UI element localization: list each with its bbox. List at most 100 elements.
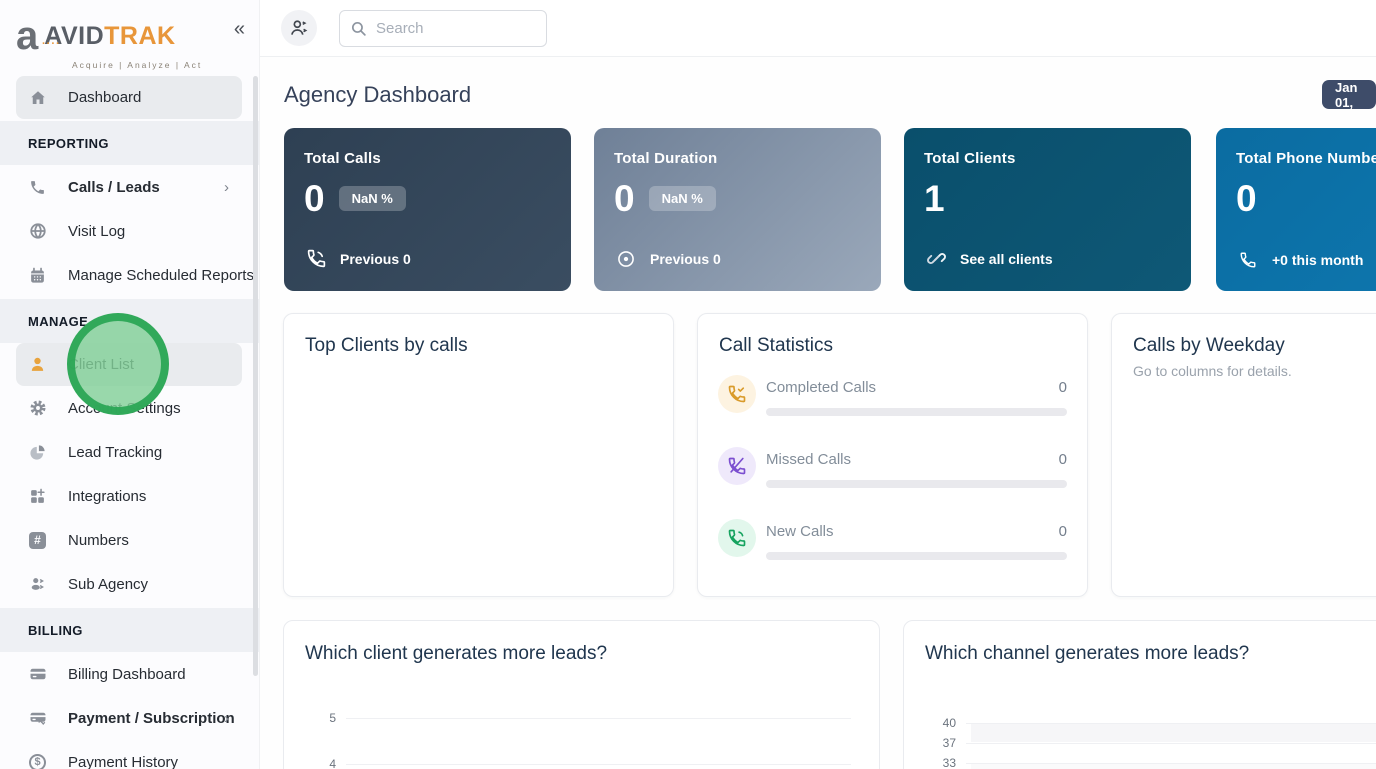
stat-card-title: Total Calls <box>304 150 381 167</box>
y-tick-label: 37 <box>942 736 956 750</box>
sidebar-item-payment-subscription[interactable]: Payment / Subscription › <box>0 696 259 740</box>
sidebar-scrollbar[interactable] <box>253 76 258 676</box>
axis-tick-row: 33 <box>932 756 1376 769</box>
stat-card-footer-text: +0 this month <box>1272 252 1364 268</box>
call-stat-label: New Calls <box>766 523 834 540</box>
y-tick-label: 40 <box>942 716 956 730</box>
stat-card-value: 0 <box>304 178 325 219</box>
gridline <box>346 717 851 719</box>
chart-client-leads: Which client generates more leads? 5 4 <box>283 620 880 769</box>
panel-title: Call Statistics <box>719 335 834 356</box>
logo-tagline: Acquire | Analyze | Act <box>72 60 203 70</box>
stat-card-title: Total Phone Numbers <box>1236 150 1376 167</box>
gear-icon <box>28 399 47 418</box>
call-stat-row-missed: Missed Calls 0 <box>718 444 1067 504</box>
axis-tick-row: 37 <box>932 736 1376 750</box>
panel-top-clients: Top Clients by calls <box>283 313 674 597</box>
logo-dots: ···· <box>42 38 61 50</box>
stat-card-footer: +0 this month <box>1236 251 1363 269</box>
axis-tick-row: 40 <box>932 716 1376 730</box>
credit-card-icon <box>28 665 47 684</box>
logo[interactable]: a ···· AVIDTRAK « <box>16 12 245 60</box>
gridline <box>966 722 1376 724</box>
main-content: Agency Dashboard Jan 01, Total Calls 0 N… <box>260 0 1376 769</box>
panel-title: Top Clients by calls <box>305 335 468 356</box>
sidebar-collapse-icon[interactable]: « <box>234 18 245 41</box>
phone-icon <box>28 178 47 197</box>
sidebar-item-integrations[interactable]: Integrations <box>0 474 259 518</box>
stat-card-value: 0 <box>614 178 635 219</box>
call-stat-value: 0 <box>1058 523 1067 540</box>
sidebar-item-label: Visit Log <box>68 222 126 240</box>
person-icon <box>28 355 47 374</box>
people-icon <box>28 575 47 594</box>
sidebar-item-billing-dashboard[interactable]: Billing Dashboard <box>0 652 259 696</box>
agency-dashboard-page: a ···· AVIDTRAK « Acquire | Analyze | Act… <box>0 0 1376 769</box>
sidebar-item-label: Billing Dashboard <box>68 665 186 683</box>
axis-tick-row: 4 <box>312 757 851 769</box>
page-title: Agency Dashboard <box>284 82 472 107</box>
panel-calls-by-weekday: Calls by Weekday Go to columns for detai… <box>1111 313 1376 597</box>
grid-plus-icon <box>28 487 47 506</box>
call-stat-label: Completed Calls <box>766 379 877 396</box>
chevron-right-icon: › <box>224 709 229 727</box>
topbar <box>260 0 1376 57</box>
stat-card-footer: Previous 0 <box>614 249 721 269</box>
sidebar-item-label: Integrations <box>68 487 147 505</box>
stat-card-value: 0 <box>1236 178 1257 219</box>
call-stat-progressbar <box>766 408 1067 416</box>
search-input[interactable] <box>376 19 526 37</box>
stat-card-footer-text: Previous 0 <box>650 251 721 267</box>
call-stat-row-new: New Calls 0 <box>718 516 1067 576</box>
logo-a-glyph: a ···· <box>16 14 61 58</box>
sidebar-item-lead-tracking[interactable]: Lead Tracking <box>0 430 259 474</box>
sidebar-item-dashboard[interactable]: Dashboard <box>16 76 242 119</box>
stat-card-percent-badge: NaN % <box>338 186 406 211</box>
users-icon <box>291 20 308 35</box>
panel-subtitle: Go to columns for details. <box>1133 363 1292 379</box>
chart-title: Which client generates more leads? <box>305 643 608 664</box>
link-icon <box>924 248 948 269</box>
sidebar-item-label: Lead Tracking <box>68 443 163 461</box>
sidebar-item-calls-leads[interactable]: Calls / Leads › <box>0 165 259 209</box>
date-range-button[interactable]: Jan 01, <box>1322 80 1376 110</box>
sidebar-item-sub-agency[interactable]: Sub Agency <box>0 562 259 606</box>
y-tick-label: 33 <box>942 756 956 769</box>
sidebar-item-payment-history[interactable]: $ Payment History <box>0 740 259 769</box>
see-all-clients-link[interactable]: See all clients <box>924 248 1053 269</box>
call-stat-value: 0 <box>1058 451 1067 468</box>
logo-wordmark: AVIDTRAK <box>44 21 176 50</box>
dollar-circle-icon: $ <box>28 753 47 769</box>
stat-card-total-duration: Total Duration 0 NaN % Previous 0 <box>594 128 881 291</box>
gridline <box>966 742 1376 744</box>
clients-menu-button[interactable] <box>281 10 317 46</box>
sidebar-item-visit-log[interactable]: Visit Log <box>0 209 259 253</box>
hash-icon: # <box>28 531 47 550</box>
panel-call-statistics: Call Statistics Completed Calls 0 Missed… <box>697 313 1088 597</box>
gridline <box>966 762 1376 764</box>
click-highlight-circle <box>67 313 169 415</box>
phone-incoming-icon <box>718 519 756 557</box>
sidebar-section-billing: BILLING <box>0 608 259 652</box>
call-stat-progressbar <box>766 480 1067 488</box>
sidebar-item-label: Calls / Leads <box>68 178 160 196</box>
sidebar-item-numbers[interactable]: # Numbers <box>0 518 259 562</box>
phone-check-icon <box>718 375 756 413</box>
stat-card-total-calls: Total Calls 0 NaN % Previous 0 <box>284 128 571 291</box>
stat-card-title: Total Duration <box>614 150 718 167</box>
panel-title: Calls by Weekday <box>1133 335 1285 356</box>
sidebar-item-label: Dashboard <box>68 89 142 106</box>
gridline <box>346 763 851 765</box>
stat-card-percent-badge: NaN % <box>648 186 716 211</box>
pie-chart-icon <box>28 443 47 462</box>
phone-icon <box>1236 251 1260 269</box>
search-box[interactable] <box>339 9 547 47</box>
sidebar-section-reporting: REPORTING <box>0 121 259 165</box>
chevron-right-icon: › <box>224 178 229 196</box>
sidebar-item-label: Numbers <box>68 531 129 549</box>
y-tick-label: 4 <box>329 757 336 769</box>
sidebar-item-manage-scheduled-reports[interactable]: Manage Scheduled Reports <box>0 253 259 297</box>
sidebar-item-label: Payment / Subscription <box>68 709 235 727</box>
target-icon <box>614 249 638 269</box>
stat-card-footer-text: Previous 0 <box>340 250 411 267</box>
